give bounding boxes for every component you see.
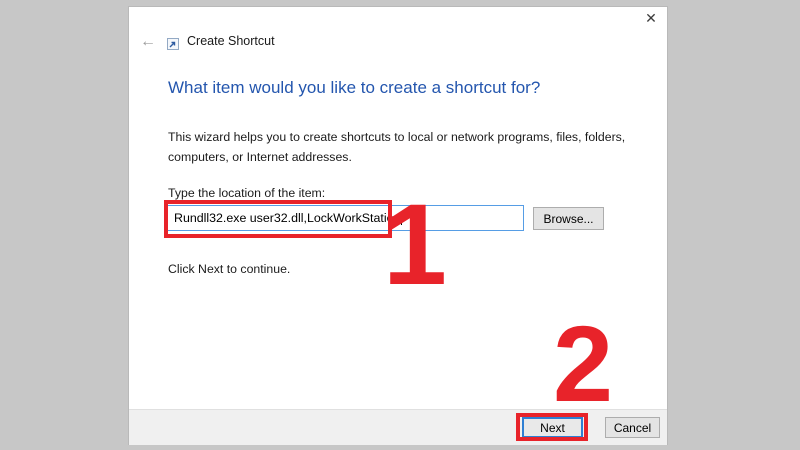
wizard-description: This wizard helps you to create shortcut… xyxy=(168,128,625,167)
close-button[interactable]: ✕ xyxy=(637,7,665,29)
close-icon: ✕ xyxy=(645,10,657,27)
cancel-button[interactable]: Cancel xyxy=(605,417,660,438)
instruction-text: Click Next to continue. xyxy=(168,262,290,276)
location-label: Type the location of the item: xyxy=(168,186,325,200)
next-button[interactable]: Next xyxy=(522,417,583,438)
browse-button[interactable]: Browse... xyxy=(533,207,604,230)
window-title: Create Shortcut xyxy=(187,34,275,48)
back-button[interactable]: ← xyxy=(137,33,159,51)
wizard-heading: What item would you like to create a sho… xyxy=(168,78,540,98)
annotation-step2-number: 2 xyxy=(553,310,613,418)
text-caret xyxy=(401,211,402,225)
footer xyxy=(129,409,667,445)
wizard-description-line2: computers, or Internet addresses. xyxy=(168,148,625,168)
create-shortcut-dialog: ✕ ← Create Shortcut What item would you … xyxy=(128,6,668,445)
shortcut-icon xyxy=(167,37,179,49)
location-input[interactable]: Rundll32.exe user32.dll,LockWorkStation xyxy=(167,205,524,231)
location-input-value: Rundll32.exe user32.dll,LockWorkStation xyxy=(174,211,400,225)
wizard-description-line1: This wizard helps you to create shortcut… xyxy=(168,128,625,148)
back-arrow-icon: ← xyxy=(140,33,156,51)
